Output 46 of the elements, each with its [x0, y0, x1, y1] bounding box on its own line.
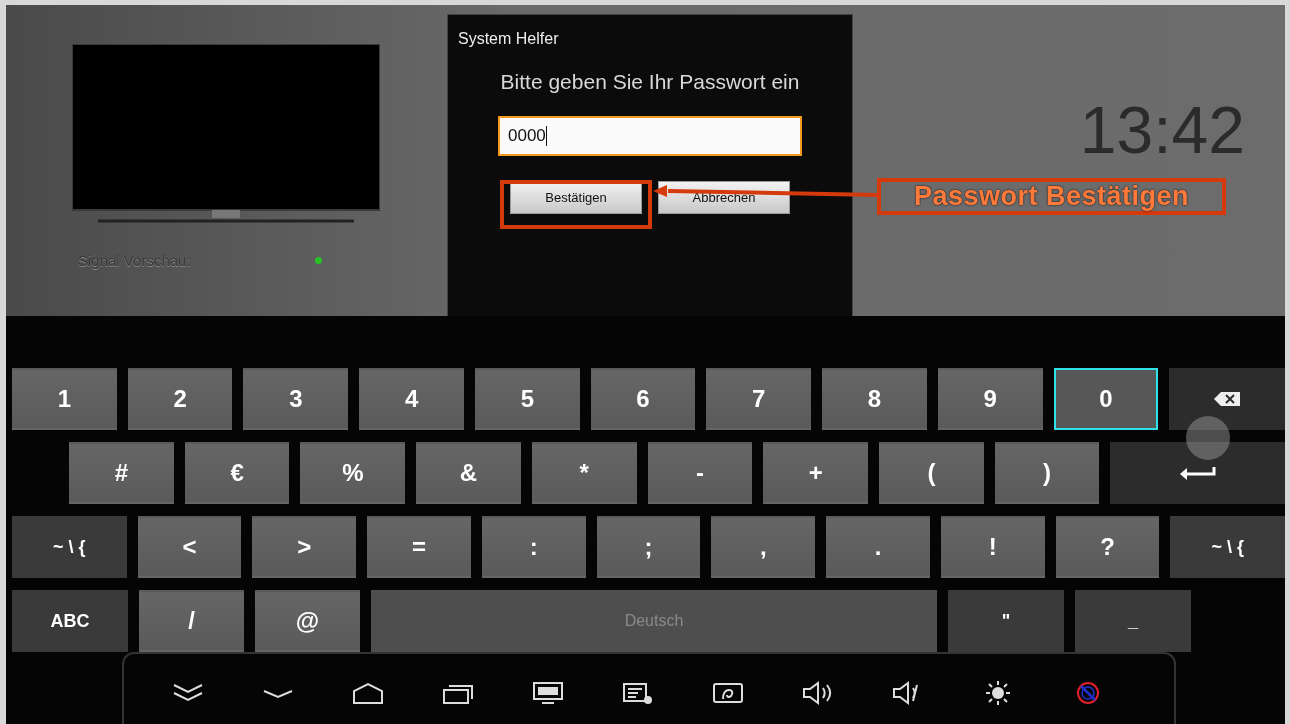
- keyboard-key[interactable]: #: [69, 442, 174, 504]
- keyboard-key[interactable]: 9: [937, 368, 1043, 430]
- touch-indicator: [1186, 416, 1230, 460]
- keyboard-key[interactable]: <: [137, 516, 242, 578]
- clock: 13:42: [1079, 97, 1245, 163]
- keyboard-key[interactable]: .: [826, 516, 930, 578]
- function-key[interactable]: ~ \ {: [1170, 516, 1285, 578]
- monitor-icon[interactable]: [530, 679, 566, 707]
- password-field[interactable]: 0000: [498, 116, 802, 156]
- dialog-title: System Helfer: [458, 30, 559, 48]
- keyboard-key[interactable]: -: [647, 442, 753, 504]
- keyboard-key[interactable]: 0: [1053, 368, 1159, 430]
- keyboard-key[interactable]: !: [940, 516, 1045, 578]
- keyboard-key[interactable]: :: [481, 516, 586, 578]
- keyboard-key[interactable]: 4: [359, 368, 464, 430]
- function-key[interactable]: ": [948, 590, 1064, 652]
- backspace-icon: [1214, 392, 1241, 406]
- keyboard-key[interactable]: +: [763, 442, 869, 504]
- keyboard-key[interactable]: >: [252, 516, 357, 578]
- keyboard-key[interactable]: /: [139, 590, 244, 652]
- keyboard-key[interactable]: ;: [596, 516, 701, 578]
- keyboard-key[interactable]: ): [994, 442, 1100, 504]
- annotation-label: Passwort Bestätigen: [877, 178, 1226, 215]
- enter-icon: [1179, 465, 1216, 481]
- keyboard-key[interactable]: =: [367, 516, 471, 578]
- keyboard-key[interactable]: 6: [590, 368, 696, 430]
- function-key[interactable]: ~ \ {: [12, 516, 127, 578]
- function-key[interactable]: ABC: [12, 590, 128, 652]
- keyboard-key[interactable]: *: [531, 442, 637, 504]
- keyboard-key[interactable]: %: [300, 442, 406, 504]
- keyboard-key[interactable]: (: [879, 442, 984, 504]
- dialog-prompt: Bitte geben Sie Ihr Passwort ein: [500, 70, 800, 94]
- keyboard-key[interactable]: 1: [12, 368, 117, 430]
- status-dot: [314, 257, 322, 264]
- keyboard-key[interactable]: ?: [1055, 516, 1160, 578]
- keyboard-key[interactable]: &: [416, 442, 521, 504]
- keyboard-key[interactable]: 5: [474, 368, 580, 430]
- keyboard-key[interactable]: 2: [127, 368, 233, 430]
- keyboard-key[interactable]: @: [255, 590, 360, 652]
- keyboard-key[interactable]: 3: [243, 368, 349, 430]
- backspace-key[interactable]: [1169, 368, 1286, 430]
- keyboard-key[interactable]: €: [184, 442, 290, 504]
- function-key[interactable]: _: [1075, 590, 1191, 652]
- keyboard-key[interactable]: ,: [711, 516, 816, 578]
- keyboard-key[interactable]: 8: [822, 368, 927, 430]
- keyboard-key[interactable]: 7: [706, 368, 812, 430]
